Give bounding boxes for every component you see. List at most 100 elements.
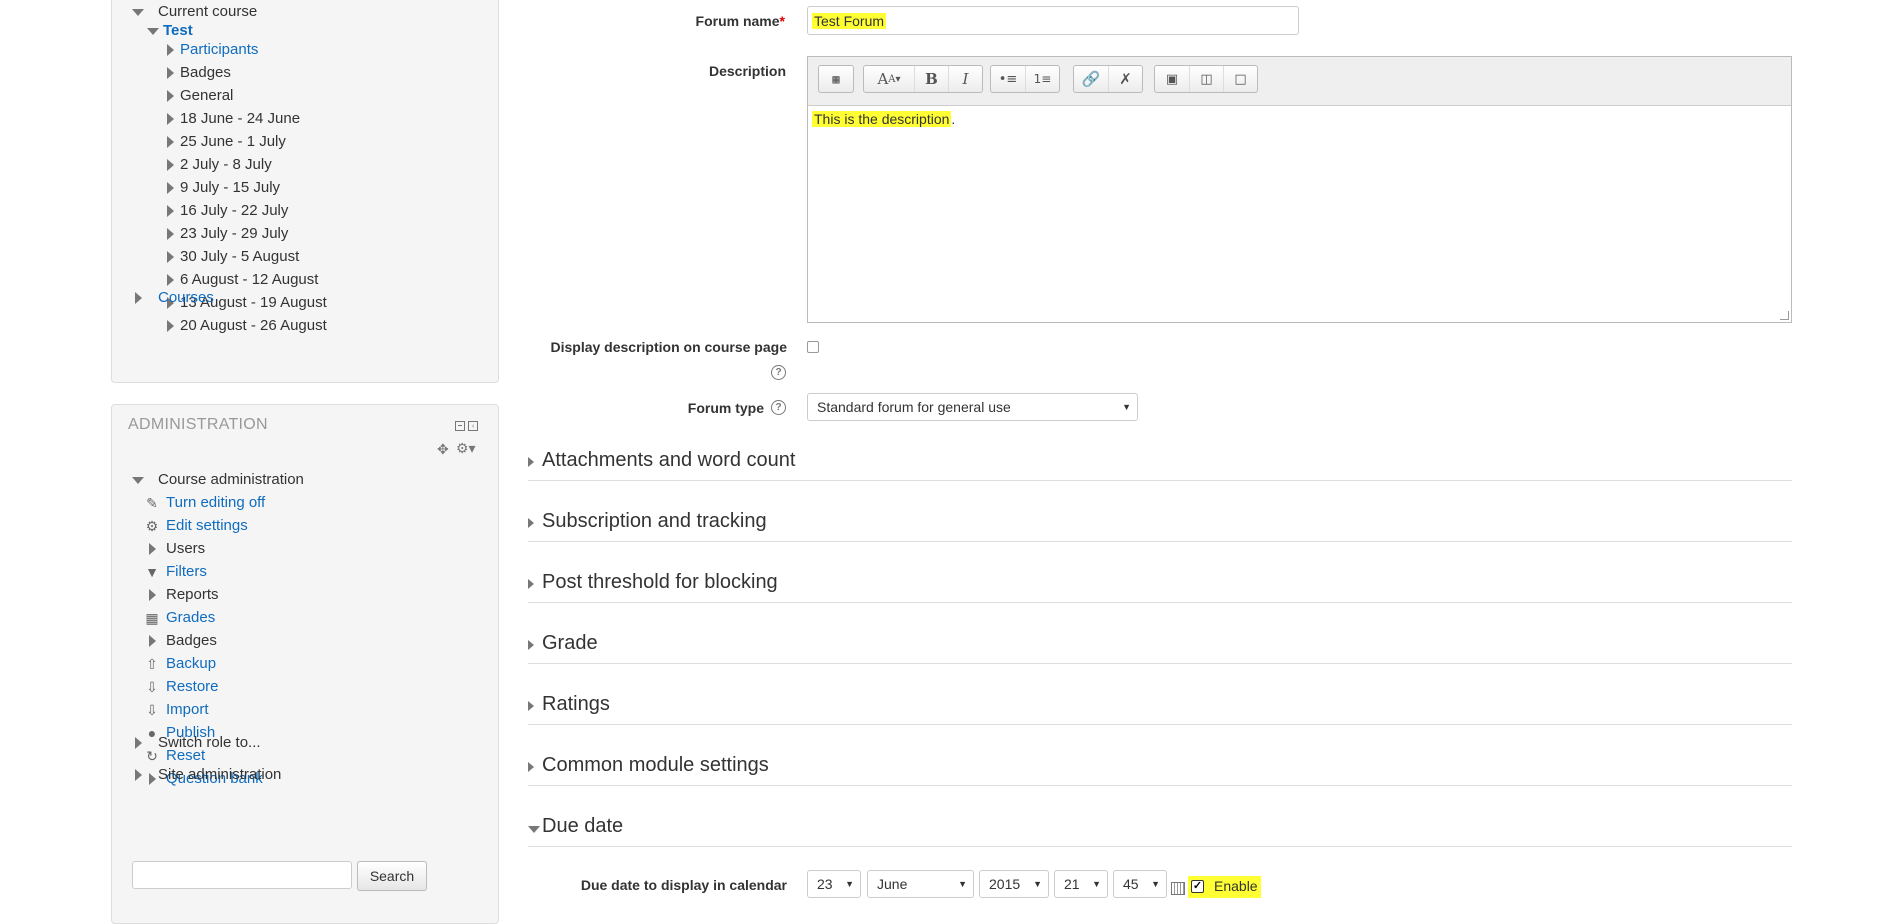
nav-item[interactable]: 25 June - 1 July	[162, 131, 286, 153]
nav-item[interactable]: Badges	[162, 62, 231, 84]
form-section-header[interactable]: Subscription and tracking	[528, 507, 1792, 542]
help-icon[interactable]: ?	[771, 400, 786, 415]
help-icon[interactable]: ?	[771, 365, 786, 380]
due-hour-value: 21	[1064, 876, 1080, 892]
editor-content[interactable]: This is the description.	[812, 111, 955, 127]
nav-item-label: 9 July - 15 July	[180, 179, 281, 196]
admin-item[interactable]: ⇧ Backup	[144, 653, 216, 675]
gear-menu-icon[interactable]: ⚙▾	[456, 440, 476, 457]
nav-item-label: 20 August - 26 August	[180, 317, 327, 334]
nav-item[interactable]: 23 July - 29 July	[162, 223, 288, 245]
nav-item[interactable]: 16 July - 22 July	[162, 200, 288, 222]
nav-item[interactable]: 30 July - 5 August	[162, 246, 299, 268]
admin-item[interactable]: Users	[144, 538, 205, 560]
form-section-header[interactable]: Common module settings	[528, 751, 1792, 786]
import-icon: ⇩	[146, 702, 158, 718]
unlink-icon[interactable]: ✗	[1108, 66, 1142, 92]
admin-item-label[interactable]: Edit settings	[166, 517, 248, 534]
admin-item[interactable]: ⇩ Import	[144, 699, 209, 721]
expand-arrow-icon	[528, 457, 534, 467]
nav-item[interactable]: 9 July - 15 July	[162, 177, 280, 199]
unordered-list-icon[interactable]: •≡	[991, 66, 1025, 92]
display-description-checkbox[interactable]	[807, 341, 819, 353]
minimize-block-icon[interactable]	[455, 421, 465, 431]
admin-item-label[interactable]: Turn editing off	[166, 494, 265, 511]
expand-arrow-icon	[166, 159, 174, 171]
enable-checkbox[interactable]: ✓	[1191, 880, 1204, 893]
form-section-header[interactable]: Ratings	[528, 690, 1792, 725]
due-minute-value: 45	[1123, 876, 1139, 892]
admin-item-label[interactable]: Grades	[166, 609, 215, 626]
toolbar-group-1: ▦	[818, 65, 854, 93]
admin-item[interactable]: ⇩ Restore	[144, 676, 219, 698]
due-year-select[interactable]: 2015 ▼	[979, 870, 1049, 898]
media-icon[interactable]: ◫	[1189, 66, 1223, 92]
pencil-icon: ✎	[146, 495, 158, 511]
section-title: Attachments and word count	[542, 449, 796, 471]
forum-type-select[interactable]: Standard forum for general use ▼	[807, 393, 1138, 421]
form-section-header[interactable]: Post threshold for blocking	[528, 568, 1792, 603]
admin-switch-role[interactable]: Switch role to...	[130, 732, 261, 754]
due-day-select[interactable]: 23 ▼	[807, 870, 861, 898]
nav-item[interactable]: 20 August - 26 August	[162, 315, 327, 337]
expand-arrow-icon	[166, 205, 174, 217]
due-month-select[interactable]: June ▼	[867, 870, 974, 898]
forum-type-label: Forum type	[687, 400, 764, 416]
due-hour-select[interactable]: 21 ▼	[1054, 870, 1108, 898]
dropdown-caret-icon: ▼	[958, 879, 967, 889]
move-icon[interactable]: ✥	[437, 441, 449, 458]
forum-type-value: Standard forum for general use	[817, 399, 1011, 415]
admin-item[interactable]: ▦ Grades	[144, 607, 215, 629]
description-editor[interactable]: ▦ A A ▾ B I •≡ 1≡ 🔗 ✗ ▣ ◫ □ This is the de…	[807, 56, 1792, 323]
nav-item-label[interactable]: Participants	[180, 41, 258, 58]
forum-name-value: Test Forum	[812, 13, 887, 29]
nav-item[interactable]: 2 July - 8 July	[162, 154, 272, 176]
resize-handle-icon[interactable]	[1780, 311, 1789, 320]
nav-item[interactable]: Participants	[162, 39, 258, 61]
admin-item-label[interactable]: Backup	[166, 655, 216, 672]
dropdown-caret-icon: ▼	[1033, 879, 1042, 889]
forum-name-input[interactable]: Test Forum	[807, 6, 1299, 35]
calendar-icon[interactable]	[1171, 882, 1185, 895]
admin-item[interactable]: ▼ Filters	[144, 561, 207, 583]
admin-search-button[interactable]: Search	[357, 861, 427, 891]
dropdown-caret-icon: ▼	[1092, 879, 1101, 889]
nav-course-link[interactable]: Test	[163, 22, 193, 39]
admin-site-administration[interactable]: Site administration	[130, 764, 281, 786]
nav-item[interactable]: 18 June - 24 June	[162, 108, 300, 130]
font-style-icon[interactable]: A A ▾	[864, 66, 914, 92]
admin-item-label[interactable]: Restore	[166, 678, 219, 695]
admin-course-administration[interactable]: Course administration	[130, 469, 304, 491]
admin-item-label[interactable]: Filters	[166, 563, 207, 580]
description-text: This is the description	[812, 111, 952, 127]
nav-item[interactable]: General	[162, 85, 233, 107]
dropdown-caret-icon: ▼	[845, 879, 854, 889]
ordered-list-icon[interactable]: 1≡	[1025, 66, 1059, 92]
admin-item[interactable]: ⚙ Edit settings	[144, 515, 248, 537]
admin-item[interactable]: ✎ Turn editing off	[144, 492, 265, 514]
file-manager-icon[interactable]: □	[1223, 66, 1257, 92]
italic-icon[interactable]: I	[948, 66, 982, 92]
admin-search-input[interactable]	[132, 861, 352, 889]
nav-item-label: 6 August - 12 August	[180, 271, 319, 288]
form-section-header[interactable]: Attachments and word count	[528, 446, 1792, 481]
expand-arrow-icon	[166, 90, 174, 102]
due-minute-select[interactable]: 45 ▼	[1113, 870, 1167, 898]
collapse-arrow-icon	[528, 826, 540, 833]
bold-icon[interactable]: B	[914, 66, 948, 92]
nav-courses[interactable]: Courses	[130, 287, 214, 309]
form-section-header[interactable]: Grade	[528, 629, 1792, 664]
site-administration-label: Site administration	[158, 766, 282, 783]
nav-item-label: 18 June - 24 June	[180, 110, 301, 127]
nav-courses-link[interactable]: Courses	[158, 289, 214, 306]
form-section-header[interactable]: Due date	[528, 812, 1792, 847]
admin-item[interactable]: Reports	[144, 584, 219, 606]
dock-block-icon[interactable]: ‹	[468, 421, 478, 431]
admin-item[interactable]: Badges	[144, 630, 217, 652]
toolbar-toggle-icon[interactable]: ▦	[819, 66, 853, 92]
section-title: Due date	[542, 815, 624, 837]
nav-item-label: 23 July - 29 July	[180, 225, 289, 242]
link-icon[interactable]: 🔗	[1074, 66, 1108, 92]
admin-item-label[interactable]: Import	[166, 701, 209, 718]
image-icon[interactable]: ▣	[1155, 66, 1189, 92]
